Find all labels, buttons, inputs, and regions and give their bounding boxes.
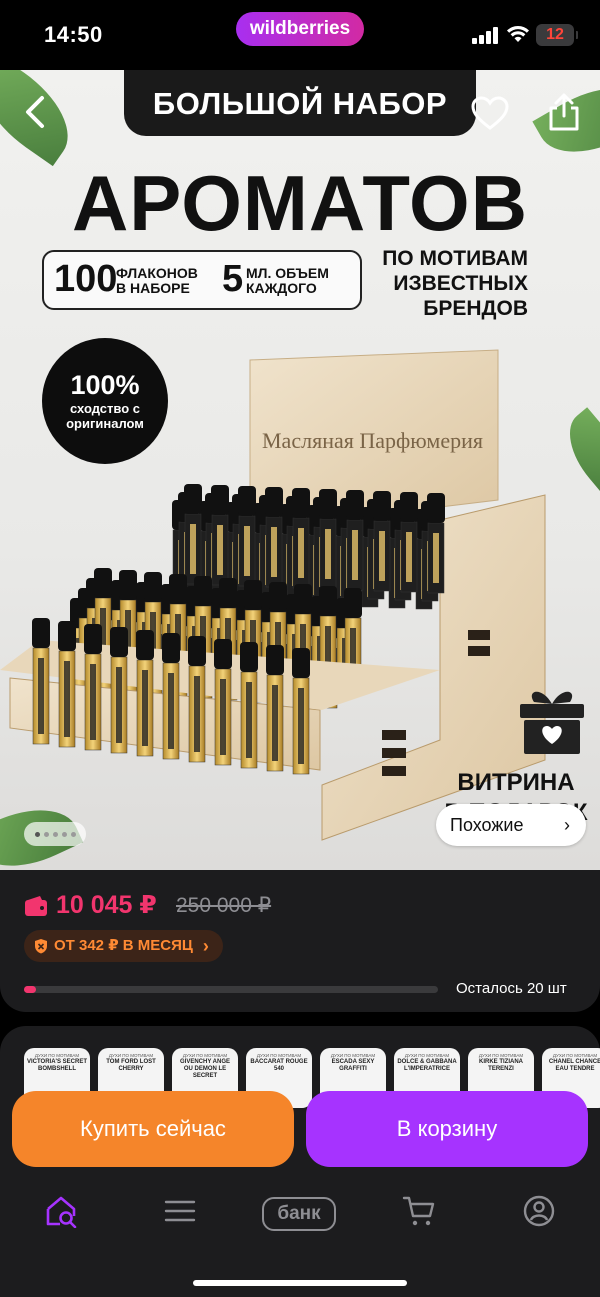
current-price: 10 045 ₽ [56, 891, 157, 919]
chevron-right-icon: › [202, 936, 209, 956]
product-image-carousel[interactable]: БОЛЬШОЙ НАБОР АРОМАТОВ 100 ФЛАКОНОВ В НАБ… [0, 70, 600, 870]
bank-icon[interactable]: банк [262, 1197, 336, 1231]
stock-remaining: Осталось 20 шт [456, 980, 567, 997]
variant-label: ДУХИ ПО МОТИВАМ BACCARAT ROUGE 540 [250, 1053, 308, 1072]
wallet-icon [25, 896, 47, 916]
volume-value: 5 [222, 258, 244, 300]
profile-icon[interactable] [522, 1194, 556, 1228]
installment-button[interactable]: ОТ 342 ₽ В МЕСЯЦ › [24, 930, 223, 962]
add-to-cart-button[interactable]: В корзину [306, 1091, 588, 1167]
bottles-label: ФЛАКОНОВ В НАБОРЕ [116, 265, 198, 296]
pagination-dot [52, 831, 58, 837]
variant-label: ДУХИ ПО МОТИВАМ CHANEL CHANCE EAU TENDRE [548, 1053, 600, 1072]
variant-label: ДУХИ ПО МОТИВАМ VICTORIA'S SECRET BOMBSHE… [27, 1053, 87, 1072]
stock-progress-bar [24, 986, 438, 993]
bottles-count: 100 [54, 258, 118, 300]
status-time: 14:50 [44, 22, 103, 47]
stand-sign: Масляная Парфюмерия [262, 428, 483, 453]
pagination-dot [34, 831, 40, 837]
pagination-dot [70, 831, 76, 837]
similar-label: Похожие [450, 815, 524, 835]
pagination-dot [61, 831, 67, 837]
promo-banner: БОЛЬШОЙ НАБОР [124, 70, 476, 136]
bank-label: банк [277, 1203, 321, 1224]
similar-products-button[interactable]: Похожие › [436, 804, 586, 846]
stock-progress-fill [24, 986, 37, 993]
home-indicator[interactable] [193, 1280, 407, 1286]
variant-label: ДУХИ ПО МОТИВАМ ESCADA SEXY GRAFFITI [330, 1053, 376, 1072]
buy-now-button[interactable]: Купить сейчас [12, 1091, 294, 1167]
status-bar: 14:50 wildberries 12 [0, 0, 600, 70]
variant-label: ДУХИ ПО МОТИВАМ GIVENCHY ANGE OU DEMON LE… [179, 1053, 230, 1079]
motives-text: ПО МОТИВАМ ИЗВЕСТНЫХ БРЕНДОВ [382, 247, 528, 320]
share-button[interactable] [544, 92, 584, 132]
variant-label: ДУХИ ПО МОТИВАМ DOLCE & GABBANA L'IMPERAT… [397, 1053, 457, 1072]
menu-icon[interactable] [164, 1194, 196, 1228]
set-info-box: 100 ФЛАКОНОВ В НАБОРЕ 5 МЛ. ОБЪЕМ КАЖДОГО [42, 250, 362, 310]
variant-label: ДУХИ ПО МОТИВАМ TOM FORD LOST CHERRY [106, 1053, 156, 1072]
volume-label: МЛ. ОБЪЕМ КАЖДОГО [246, 265, 329, 296]
carousel-pagination [24, 822, 86, 846]
favorite-heart-button[interactable] [470, 94, 510, 134]
installment-text: ОТ 342 ₽ В МЕСЯЦ [54, 937, 193, 954]
cart-icon[interactable] [402, 1194, 436, 1228]
wifi-icon [507, 25, 529, 42]
old-price: 250 000 ₽ [176, 894, 272, 917]
cellular-signal-icon [472, 26, 500, 44]
bottom-tab-bar: банк [0, 1180, 600, 1250]
wildberries-logo[interactable]: wildberries [236, 12, 364, 46]
home-search-icon[interactable] [44, 1194, 78, 1228]
variant-label: ДУХИ ПО МОТИВАМ KIRKE TIZIANA TERENZI [478, 1053, 524, 1072]
shield-icon [35, 939, 47, 954]
pagination-dot [43, 831, 49, 837]
product-image-title: АРОМАТОВ [71, 159, 529, 247]
gift-icon [520, 691, 584, 754]
battery-indicator: 12 [536, 24, 578, 46]
back-button[interactable] [16, 92, 56, 132]
chevron-right-icon: › [564, 815, 570, 835]
price-section: 10 045 ₽ 250 000 ₽ ОТ 342 ₽ В МЕСЯЦ › Ос… [0, 870, 600, 1012]
